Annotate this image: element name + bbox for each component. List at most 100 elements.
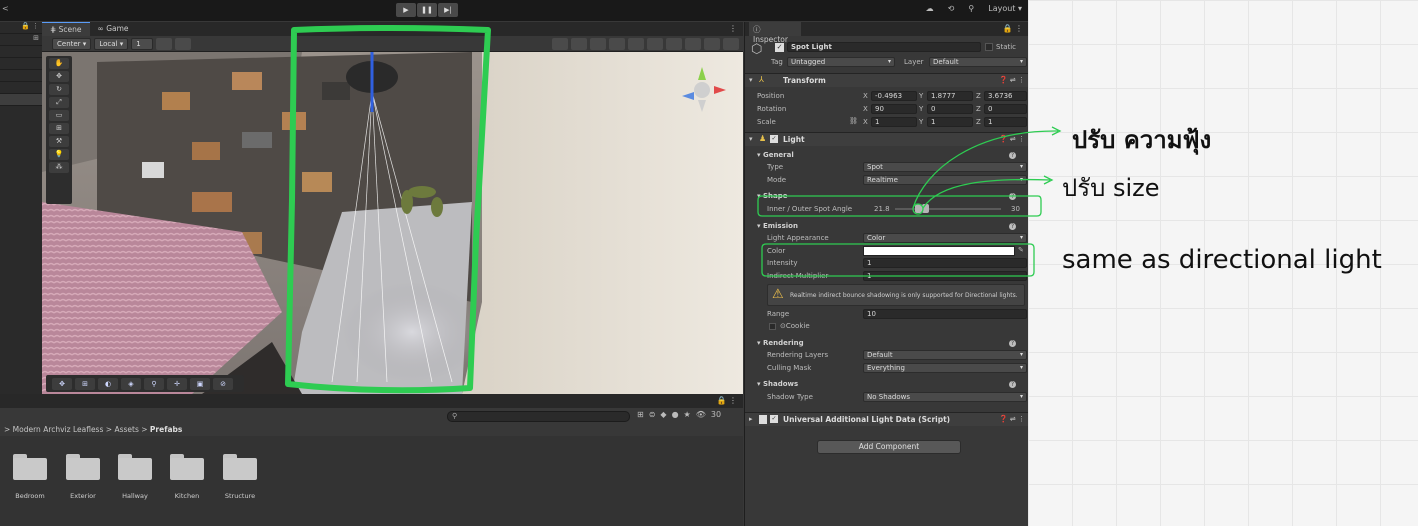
intensity-field[interactable]: 1 bbox=[863, 258, 1027, 268]
breadcrumb-item[interactable]: Modern Archviz Leafless bbox=[13, 425, 104, 434]
rotation-z-field[interactable]: 0 bbox=[984, 104, 1027, 114]
probe-tool-icon[interactable]: ⁂ bbox=[49, 162, 69, 173]
zoom-icon[interactable]: ⚲ bbox=[144, 377, 164, 390]
help-icon[interactable]: ? bbox=[1009, 152, 1016, 159]
move-tool-icon[interactable]: ✥ bbox=[49, 71, 69, 82]
gizmos-icon[interactable] bbox=[704, 37, 720, 50]
light-component-header[interactable]: ▾ ♟ ✓ Light ❓ ⇌ ⋮ bbox=[745, 132, 1028, 146]
layout-dropdown[interactable]: Layout ▾ bbox=[988, 4, 1022, 13]
script-enabled-checkbox[interactable]: ✓ bbox=[770, 415, 778, 423]
outer-angle-handle[interactable] bbox=[922, 204, 929, 213]
space-dropdown[interactable]: Local ▾ bbox=[94, 37, 129, 50]
project-search-input[interactable]: ⚲ bbox=[447, 411, 630, 422]
rotation-x-field[interactable]: 90 bbox=[871, 104, 917, 114]
scale-tool-icon[interactable]: ⤢ bbox=[49, 97, 69, 108]
folder-hallway[interactable]: Hallway bbox=[115, 454, 155, 500]
account-icon[interactable]: < bbox=[2, 4, 9, 13]
component-menu-icon[interactable]: ❓ ⇌ ⋮ bbox=[999, 135, 1025, 143]
scene-viewport[interactable] bbox=[42, 52, 743, 394]
indirect-field[interactable]: 1 bbox=[863, 271, 1027, 281]
spot-angle-slider-track[interactable] bbox=[895, 208, 1001, 210]
hierarchy-item[interactable] bbox=[0, 82, 42, 94]
help-icon[interactable]: ? bbox=[1009, 381, 1016, 388]
hierarchy-item[interactable] bbox=[0, 58, 42, 70]
appearance-dropdown[interactable]: Color bbox=[863, 233, 1027, 243]
active-checkbox[interactable]: ✓ bbox=[775, 43, 784, 52]
grid-visibility-icon[interactable] bbox=[175, 37, 192, 50]
search-icon[interactable]: ⚲ bbox=[968, 4, 974, 13]
grid-size-field[interactable]: 1 bbox=[131, 37, 154, 50]
help-icon[interactable]: ? bbox=[1009, 223, 1016, 230]
static-checkbox[interactable] bbox=[985, 43, 993, 51]
2d-toggle-icon[interactable] bbox=[590, 37, 606, 50]
grid-snap-icon[interactable] bbox=[156, 37, 173, 50]
scale-y-field[interactable]: 1 bbox=[927, 117, 973, 127]
light-enabled-checkbox[interactable]: ✓ bbox=[770, 135, 778, 143]
tag-dropdown[interactable]: Untagged bbox=[787, 57, 895, 67]
position-x-field[interactable]: -0.4963 bbox=[871, 91, 917, 101]
transform-header[interactable]: ▾ ⅄ Transform ❓ ⇌ ⋮ bbox=[745, 73, 1028, 87]
scale-z-field[interactable]: 1 bbox=[984, 117, 1027, 127]
scene-menu-icon[interactable]: ⋮ bbox=[723, 22, 743, 36]
pivot-dropdown[interactable]: Center ▾ bbox=[52, 37, 92, 50]
hierarchy-item[interactable] bbox=[0, 46, 42, 58]
folder-structure[interactable]: Structure bbox=[220, 454, 260, 500]
shape-section[interactable]: ▾ Shape bbox=[757, 192, 787, 200]
inner-angle-handle[interactable] bbox=[915, 204, 922, 213]
add-component-button[interactable]: Add Component bbox=[817, 440, 961, 454]
component-menu-icon[interactable]: ❓ ⇌ ⋮ bbox=[999, 76, 1025, 84]
rotate-handle-icon[interactable]: ◐ bbox=[98, 377, 118, 390]
transform-tool-icon[interactable]: ⊞ bbox=[49, 123, 69, 134]
help-icon[interactable]: ? bbox=[1009, 340, 1016, 347]
play-button[interactable]: ▶ bbox=[396, 3, 416, 17]
orientation-icon[interactable] bbox=[552, 37, 568, 50]
rotation-y-field[interactable]: 0 bbox=[927, 104, 973, 114]
scene-options-icon[interactable] bbox=[723, 37, 739, 50]
snap-icon[interactable]: ⊞ bbox=[75, 377, 95, 390]
inner-angle-value[interactable]: 21.8 bbox=[874, 205, 890, 213]
scale-x-field[interactable]: 1 bbox=[871, 117, 917, 127]
custom-tool-icon[interactable]: ⚒ bbox=[49, 136, 69, 147]
history-icon[interactable]: ⟲ bbox=[948, 4, 955, 13]
breadcrumb-current[interactable]: Prefabs bbox=[150, 425, 182, 434]
position-z-field[interactable]: 3.6736 bbox=[984, 91, 1027, 101]
shadows-section[interactable]: ▾ Shadows bbox=[757, 380, 798, 388]
folder-bedroom[interactable]: Bedroom bbox=[10, 454, 50, 500]
filter-icon[interactable]: ⊞ bbox=[637, 410, 644, 419]
lock-icon[interactable]: 🔒 ⋮ bbox=[716, 396, 737, 405]
script-component-header[interactable]: ▸ ✓ Universal Additional Light Data (Scr… bbox=[745, 412, 1028, 426]
visibility-icon[interactable]: 👁 bbox=[696, 410, 706, 419]
rotate-tool-icon[interactable]: ↻ bbox=[49, 84, 69, 95]
cookie-checkbox[interactable] bbox=[769, 323, 776, 330]
tab-inspector[interactable]: ⓘ Inspector bbox=[749, 22, 801, 44]
hierarchy-item-selected[interactable] bbox=[0, 94, 42, 106]
draw-mode-icon[interactable] bbox=[571, 37, 587, 50]
inspector-lock-icon[interactable]: 🔒 ⋮ bbox=[1002, 24, 1023, 33]
audio-toggle-icon[interactable] bbox=[628, 37, 644, 50]
position-y-field[interactable]: 1.8777 bbox=[927, 91, 973, 101]
rect-tool-icon[interactable]: ▭ bbox=[49, 110, 69, 121]
rendering-layers-dropdown[interactable]: Default bbox=[863, 350, 1027, 360]
label-icon[interactable]: ◆ bbox=[660, 410, 666, 419]
range-field[interactable]: 10 bbox=[863, 309, 1027, 319]
constrain-scale-icon[interactable]: ⛓ bbox=[849, 117, 858, 125]
general-section[interactable]: ▾ General bbox=[757, 151, 794, 159]
tab-game[interactable]: ∞ Game bbox=[90, 22, 137, 36]
light-tool-icon[interactable]: 💡 bbox=[49, 149, 69, 160]
camera-icon[interactable] bbox=[685, 37, 701, 50]
object-name-field[interactable]: Spot Light bbox=[787, 42, 981, 52]
mode-dropdown[interactable]: Realtime bbox=[863, 175, 1027, 185]
lighting-toggle-icon[interactable] bbox=[609, 37, 625, 50]
type-dropdown[interactable]: Spot bbox=[863, 162, 1027, 172]
effects-icon[interactable] bbox=[647, 37, 663, 50]
color-swatch[interactable] bbox=[863, 246, 1015, 256]
step-button[interactable]: ▶| bbox=[438, 3, 458, 17]
rendering-section[interactable]: ▾ Rendering bbox=[757, 339, 804, 347]
outer-angle-value[interactable]: 30 bbox=[1011, 205, 1020, 213]
shadow-type-dropdown[interactable]: No Shadows bbox=[863, 392, 1027, 402]
hierarchy-item[interactable] bbox=[0, 70, 42, 82]
layer-dropdown[interactable]: Default bbox=[929, 57, 1027, 67]
eyedropper-icon[interactable]: ✎ bbox=[1018, 246, 1024, 254]
move-handle-icon[interactable]: ✥ bbox=[52, 377, 72, 390]
overlay-icon[interactable]: ▣ bbox=[190, 377, 210, 390]
